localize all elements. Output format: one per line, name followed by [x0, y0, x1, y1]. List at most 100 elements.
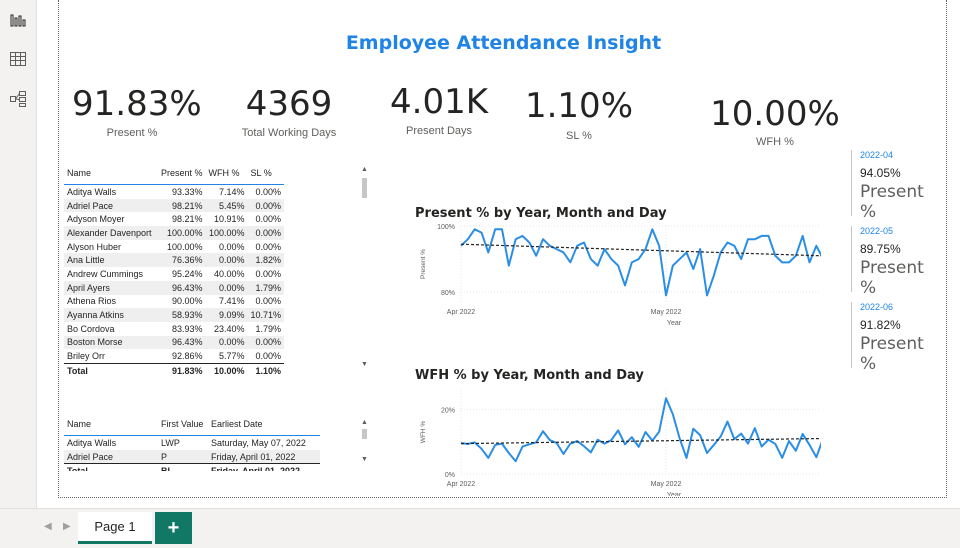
month-card-2022-04: 2022-04 94.05% Present % [851, 150, 943, 222]
table-cell: 95.24% [172, 268, 203, 279]
add-page-button[interactable]: + [155, 512, 192, 544]
column-header-sl[interactable]: SL % [247, 162, 285, 185]
table-row[interactable]: Ana Little 76.36% 0.00% 1.82% [64, 253, 285, 268]
total-cell: Friday, April 01, 2022 [208, 463, 320, 471]
table-cell: LWP [161, 437, 180, 448]
wfh-line-chart[interactable]: 20%0%Apr 2022May 2022Jun 2022YearWFH % [401, 388, 821, 496]
table-row[interactable]: Alexander Davenport 100.00% 100.00% 0.00% [64, 226, 285, 240]
y-axis-title: Present % [420, 249, 427, 279]
scroll-up-icon[interactable]: ▲ [361, 419, 368, 426]
first-table-scrollbar[interactable]: ▲ ▼ [361, 419, 368, 463]
table-cell: 98.21% [158, 198, 206, 213]
table-cell: 0.00% [255, 296, 282, 307]
x-tick-label: May 2022 [651, 481, 682, 488]
card-date: 2022-06 [860, 302, 894, 312]
table-cell: 1.79% [255, 323, 282, 334]
kpi-working-days-value: 4369 [245, 84, 333, 124]
kpi-working-days-label: Total Working Days [241, 127, 337, 139]
table-cell: Briley Orr [67, 351, 105, 362]
table-cell: 0.00% [219, 241, 245, 252]
table-cell: 0.00% [247, 226, 285, 240]
page-tab-page-1[interactable]: Page 1 [78, 512, 152, 544]
table-total-row: Total 91.83% 10.00% 1.10% [64, 362, 285, 378]
previous-page-icon[interactable]: ◀ [44, 521, 52, 532]
table-cell: 58.93% [158, 308, 206, 322]
column-header-name[interactable]: Name [64, 413, 158, 436]
table-cell: 100.00% [167, 241, 203, 252]
table-row[interactable]: Adyson Moyer 98.21% 10.91% 0.00% [64, 212, 284, 226]
card-label: Present % [860, 334, 924, 374]
table-cell: 92.86% [172, 351, 203, 362]
series-line [460, 228, 821, 297]
month-card-2022-06: 2022-06 91.82% Present % [851, 302, 943, 374]
table-row[interactable]: Adriel Pace 98.21% 5.45% 0.00% [64, 198, 285, 213]
kpi-present-pct-label: Present % [106, 127, 158, 139]
table-cell: Athena Rios [67, 296, 117, 307]
table-row[interactable]: Athena Rios 90.00% 7.41% 0.00% [64, 295, 284, 309]
table-cell: Alexander Davenport [64, 226, 158, 240]
present-line-chart[interactable]: 100%80%Apr 2022May 2022Jun 2022YearPrese… [401, 222, 821, 337]
next-page-icon[interactable]: ▶ [63, 521, 71, 532]
total-cell: Total [64, 463, 158, 471]
table-row[interactable]: Boston Morse 96.43% 0.00% 0.00% [64, 335, 285, 350]
table-cell: 98.21% [172, 214, 203, 225]
table-cell: Ana Little [64, 253, 158, 268]
y-axis-title: WFH % [420, 421, 427, 444]
kpi-wfh-pct-value: 10.00% [710, 94, 840, 134]
table-row[interactable]: Briley Orr 92.86% 5.77% 0.00% [64, 349, 284, 363]
table-row[interactable]: Andrew Cummings 95.24% 40.00% 0.00% [64, 267, 284, 281]
employee-attendance-table: Name Present % WFH % SL % Aditya Walls 93… [64, 162, 289, 378]
table-cell: Aditya Walls [67, 437, 117, 448]
table-cell: April Ayers [64, 280, 158, 295]
table-cell: Aditya Walls [67, 186, 117, 197]
table-cell: 90.00% [172, 296, 203, 307]
scroll-thumb[interactable] [362, 178, 367, 198]
table-cell: 100.00% [205, 226, 248, 240]
table-header-row: Name First Value Earliest Date [64, 413, 320, 436]
scroll-down-icon[interactable]: ▼ [361, 456, 368, 463]
first-value-table: Name First Value Earliest Date Aditya Wa… [64, 413, 324, 471]
employee-table-scrollbar[interactable]: ▲ ▼ [361, 166, 368, 368]
column-header-earliest-date[interactable]: Earliest Date [208, 413, 320, 436]
card-label: Present % [860, 182, 924, 222]
table-row[interactable]: Aditya Walls 93.33% 7.14% 0.00% [64, 185, 284, 199]
x-axis-title: Year [667, 320, 682, 327]
table-cell: 0.00% [255, 186, 282, 197]
table-cell: 0.00% [255, 241, 282, 252]
column-header-name[interactable]: Name [64, 162, 158, 185]
column-header-wfh[interactable]: WFH % [205, 162, 248, 185]
scroll-down-icon[interactable]: ▼ [361, 361, 368, 368]
y-tick-label: 100% [437, 224, 455, 231]
table-cell: 0.00% [205, 280, 248, 295]
scroll-thumb[interactable] [362, 429, 367, 439]
table-cell: 10.71% [247, 308, 285, 322]
table-row[interactable]: Aditya Walls LWP Saturday, May 07, 2022 [64, 436, 320, 450]
y-tick-label: 80% [441, 290, 455, 297]
table-cell: 5.77% [219, 351, 245, 362]
table-cell: 40.00% [214, 268, 245, 279]
scroll-up-icon[interactable]: ▲ [361, 166, 368, 173]
table-cell: Adriel Pace [64, 449, 158, 464]
table-view-icon[interactable] [9, 50, 27, 68]
report-view-icon[interactable] [9, 11, 27, 29]
view-switcher-rail [0, 0, 37, 508]
table-cell: Ayanna Atkins [64, 308, 158, 322]
table-cell: 100.00% [158, 226, 206, 240]
card-label: Present % [860, 258, 924, 298]
model-view-icon[interactable] [9, 90, 27, 108]
kpi-present-days-value: 4.01K [390, 82, 488, 122]
kpi-wfh-pct-label: WFH % [756, 136, 794, 148]
x-tick-label: May 2022 [651, 309, 682, 316]
table-cell: Friday, April 01, 2022 [208, 449, 320, 464]
table-row[interactable]: Alyson Huber 100.00% 0.00% 0.00% [64, 240, 284, 254]
table-cell: 1.79% [247, 280, 285, 295]
card-value: 91.82% [860, 318, 901, 332]
column-header-first-value[interactable]: First Value [158, 413, 208, 436]
report-page: Employee Attendance Insight 91.83% Prese… [58, 0, 947, 498]
table-row[interactable]: Adriel Pace P Friday, April 01, 2022 [64, 449, 320, 464]
table-row[interactable]: Ayanna Atkins 58.93% 9.09% 10.71% [64, 308, 285, 322]
y-tick-label: 20% [441, 407, 455, 414]
table-row[interactable]: April Ayers 96.43% 0.00% 1.79% [64, 280, 285, 295]
table-row[interactable]: Bo Cordova 83.93% 23.40% 1.79% [64, 322, 284, 336]
column-header-present[interactable]: Present % [158, 162, 206, 185]
